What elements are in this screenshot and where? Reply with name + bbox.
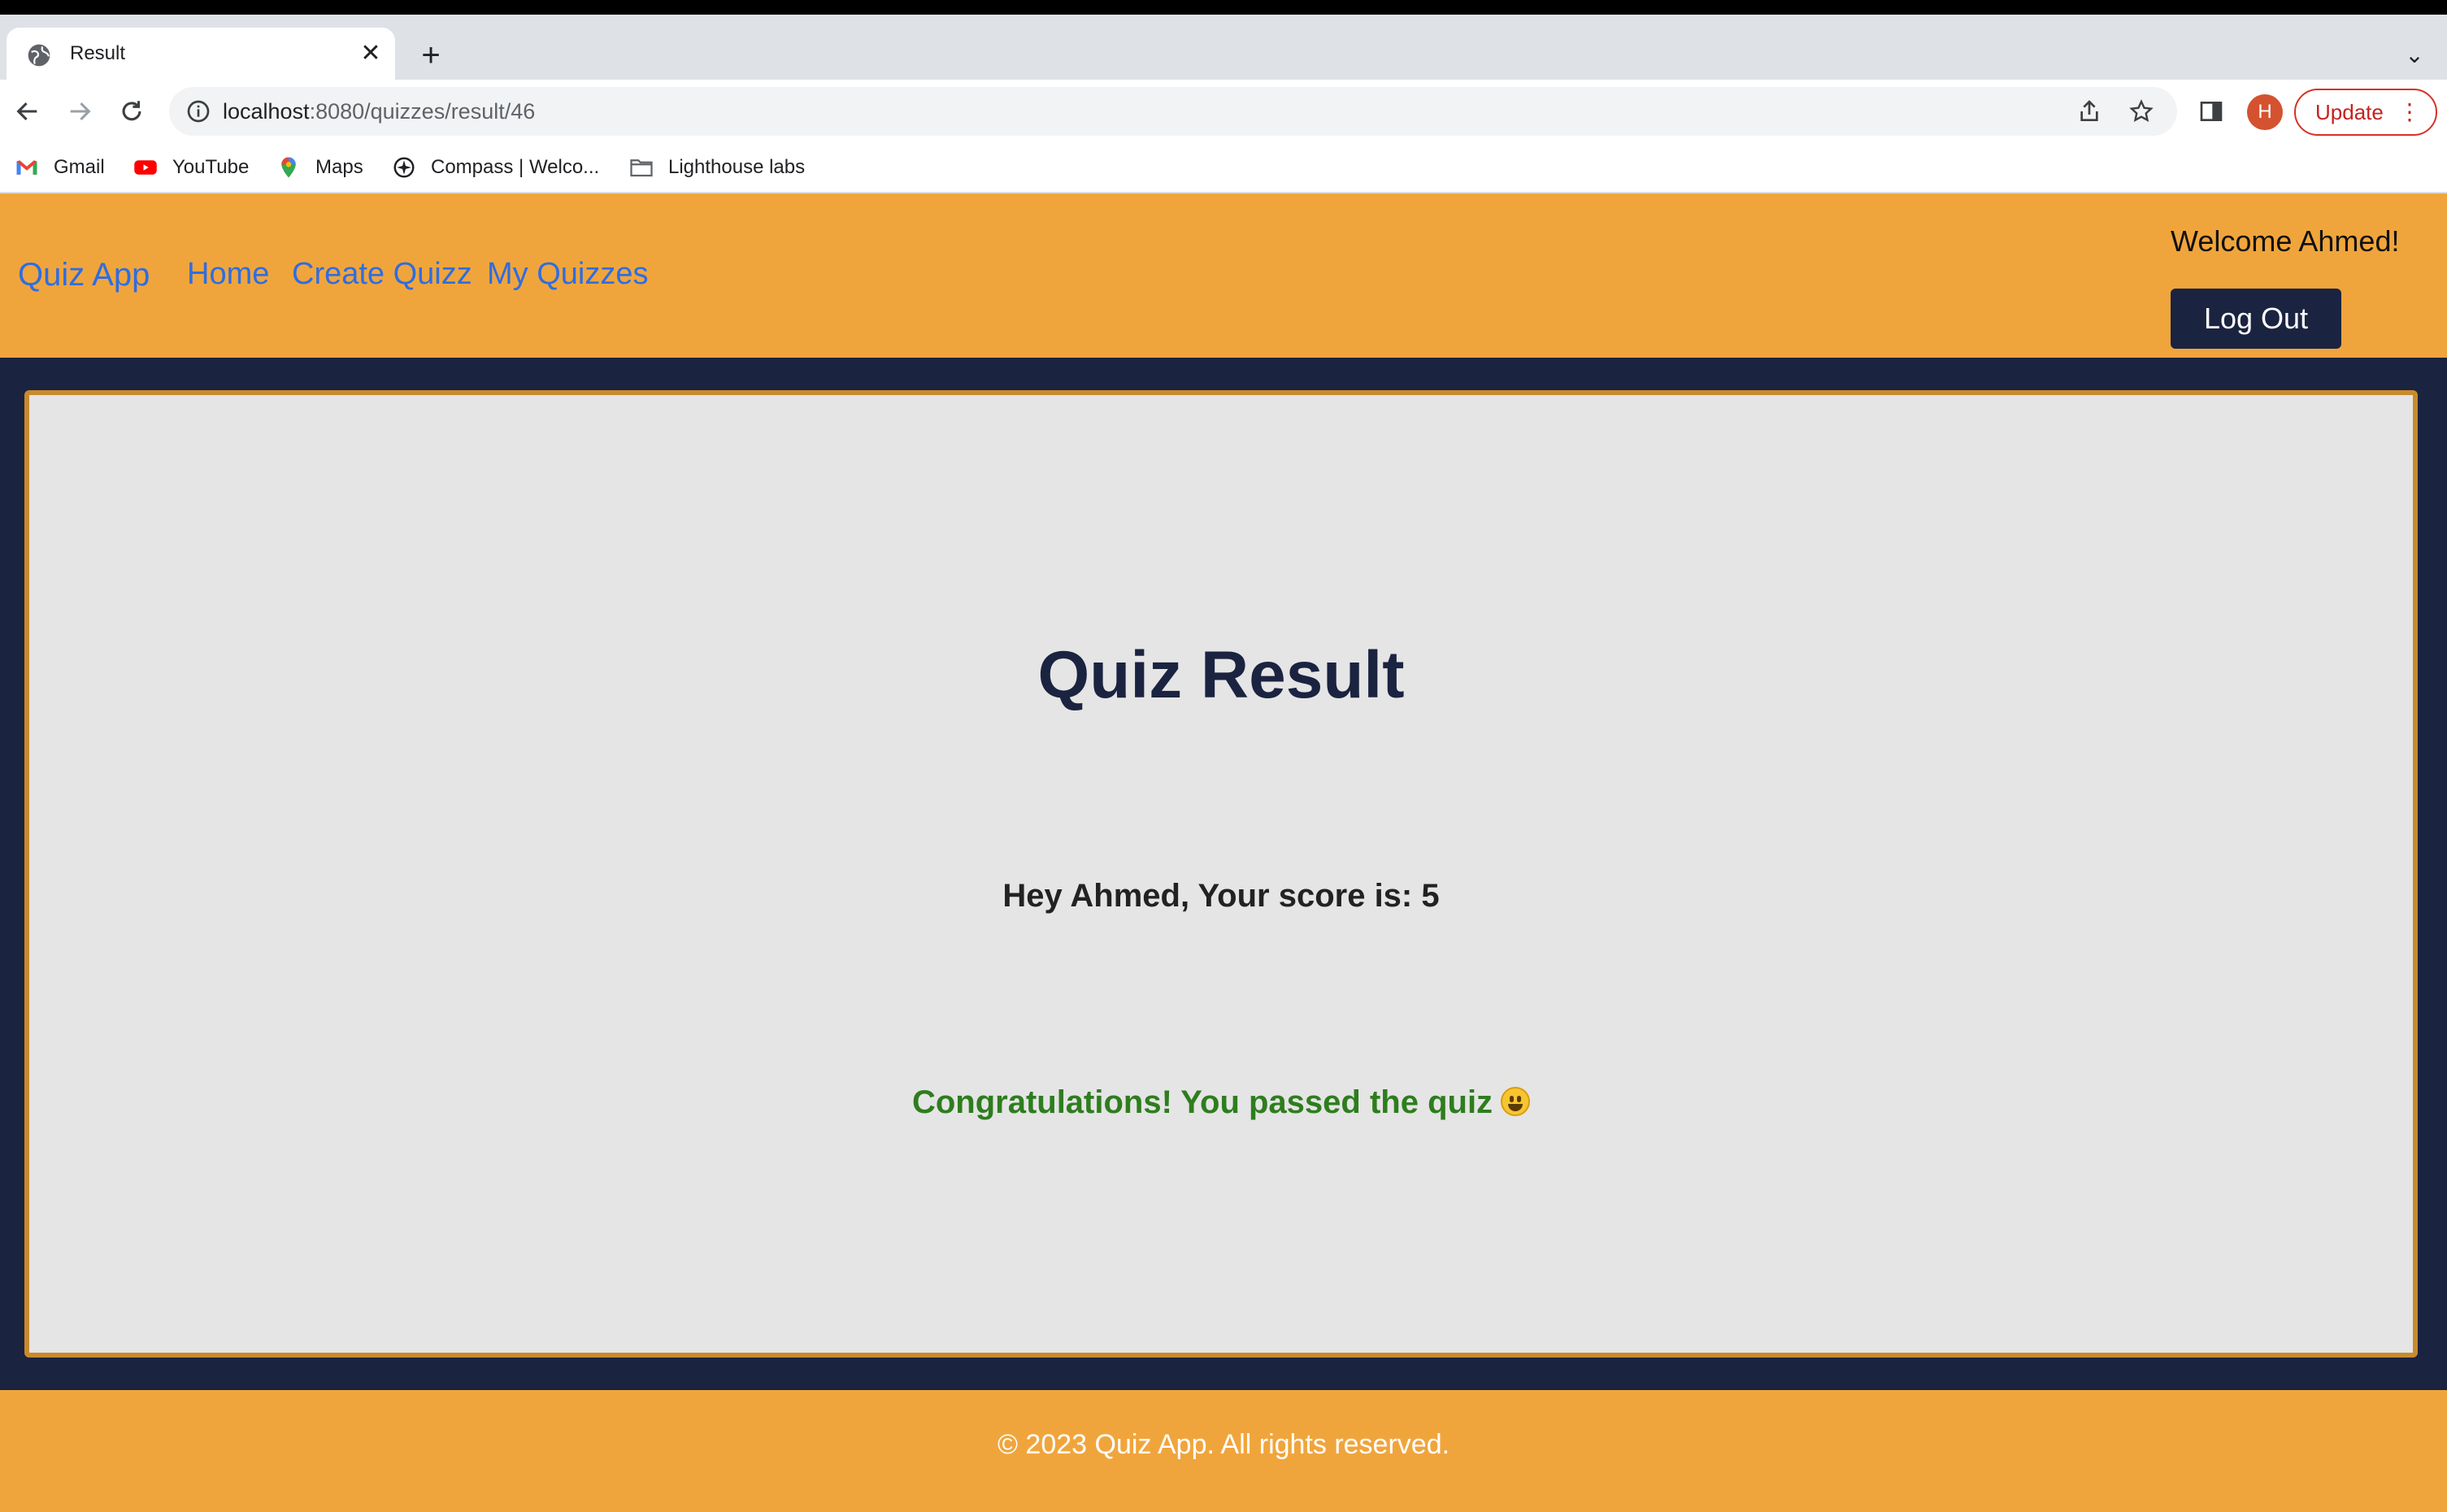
- info-icon[interactable]: [185, 98, 211, 124]
- arrow-right-icon: [70, 102, 91, 121]
- page: Quiz App Home Create Quizz My Quizzes We…: [0, 193, 2447, 1512]
- reload-button[interactable]: [112, 92, 151, 131]
- score-text: Hey Ahmed, Your score is: 5: [1002, 878, 1440, 914]
- bookmark-label: Compass | Welco...: [431, 156, 600, 178]
- nav-create-quizz[interactable]: Create Quizz: [292, 257, 472, 292]
- brand-link[interactable]: Quiz App: [18, 257, 150, 293]
- bookmark-lighthouse-labs[interactable]: Lighthouse labs: [629, 143, 805, 192]
- update-button[interactable]: Update ⋮: [2294, 89, 2437, 136]
- smiley-icon: [1501, 1087, 1531, 1116]
- back-button[interactable]: [8, 92, 47, 131]
- browser-toolbar: localhost:8080/quizzes/result/46 H Updat…: [0, 80, 2447, 143]
- youtube-icon: [134, 160, 157, 175]
- gmail-icon: [16, 160, 37, 175]
- result-message: Congratulations! You passed the quiz: [29, 1084, 2413, 1121]
- share-icon[interactable]: [2076, 98, 2102, 124]
- globe-icon: [28, 44, 50, 67]
- side-panel-icon[interactable]: [2198, 98, 2224, 124]
- bookmark-gmail[interactable]: Gmail: [15, 143, 105, 192]
- close-icon[interactable]: ✕: [358, 41, 384, 67]
- footer-text: © 2023 Quiz App. All rights reserved.: [997, 1429, 1450, 1460]
- address-bar[interactable]: localhost:8080/quizzes/result/46: [169, 87, 2177, 136]
- nav-home[interactable]: Home: [187, 257, 269, 292]
- bookmarks-bar: Gmail YouTube Maps Compass | Welco... Li…: [0, 143, 2447, 193]
- update-label: Update: [2315, 100, 2384, 124]
- star-icon[interactable]: [2128, 98, 2154, 124]
- maps-icon: [281, 157, 296, 178]
- page-title: Quiz Result: [1037, 638, 1405, 712]
- bookmark-label: Lighthouse labs: [668, 156, 806, 178]
- tab-result[interactable]: Result ✕: [7, 28, 395, 80]
- logout-button[interactable]: Log Out: [2171, 289, 2341, 349]
- bookmark-maps[interactable]: Maps: [276, 143, 363, 192]
- app-footer: © 2023 Quiz App. All rights reserved.: [0, 1390, 2447, 1512]
- compass-icon: [393, 157, 415, 178]
- bookmark-youtube[interactable]: YouTube: [133, 143, 249, 192]
- bookmark-label: YouTube: [172, 156, 250, 178]
- bookmark-label: Maps: [315, 156, 363, 178]
- bookmark-label: Gmail: [54, 156, 105, 178]
- chevron-down-icon[interactable]: ⌄: [2398, 39, 2431, 72]
- forward-button[interactable]: [60, 92, 99, 131]
- result-message-text: Congratulations! You passed the quiz: [911, 1084, 1493, 1120]
- reload-icon: [122, 101, 141, 121]
- bookmark-compass[interactable]: Compass | Welco...: [392, 143, 599, 192]
- folder-icon: [630, 159, 653, 177]
- profile-avatar[interactable]: H: [2247, 94, 2283, 130]
- url-text: localhost:8080/quizzes/result/46: [223, 99, 536, 124]
- window-top-strip: [0, 0, 2447, 15]
- nav-my-quizzes[interactable]: My Quizzes: [487, 257, 648, 292]
- app-header: Quiz App Home Create Quizz My Quizzes We…: [0, 193, 2447, 358]
- tab-title: Result: [70, 42, 126, 64]
- arrow-left-icon: [16, 102, 37, 121]
- more-menu-icon[interactable]: ⋮: [2398, 90, 2421, 134]
- result-card: Quiz Result Hey Ahmed, Your score is: 5 …: [24, 390, 2418, 1358]
- welcome-text: Welcome Ahmed!: [2171, 224, 2400, 258]
- tab-bar: Result ✕ + ⌄: [0, 15, 2447, 80]
- new-tab-button[interactable]: +: [415, 39, 447, 72]
